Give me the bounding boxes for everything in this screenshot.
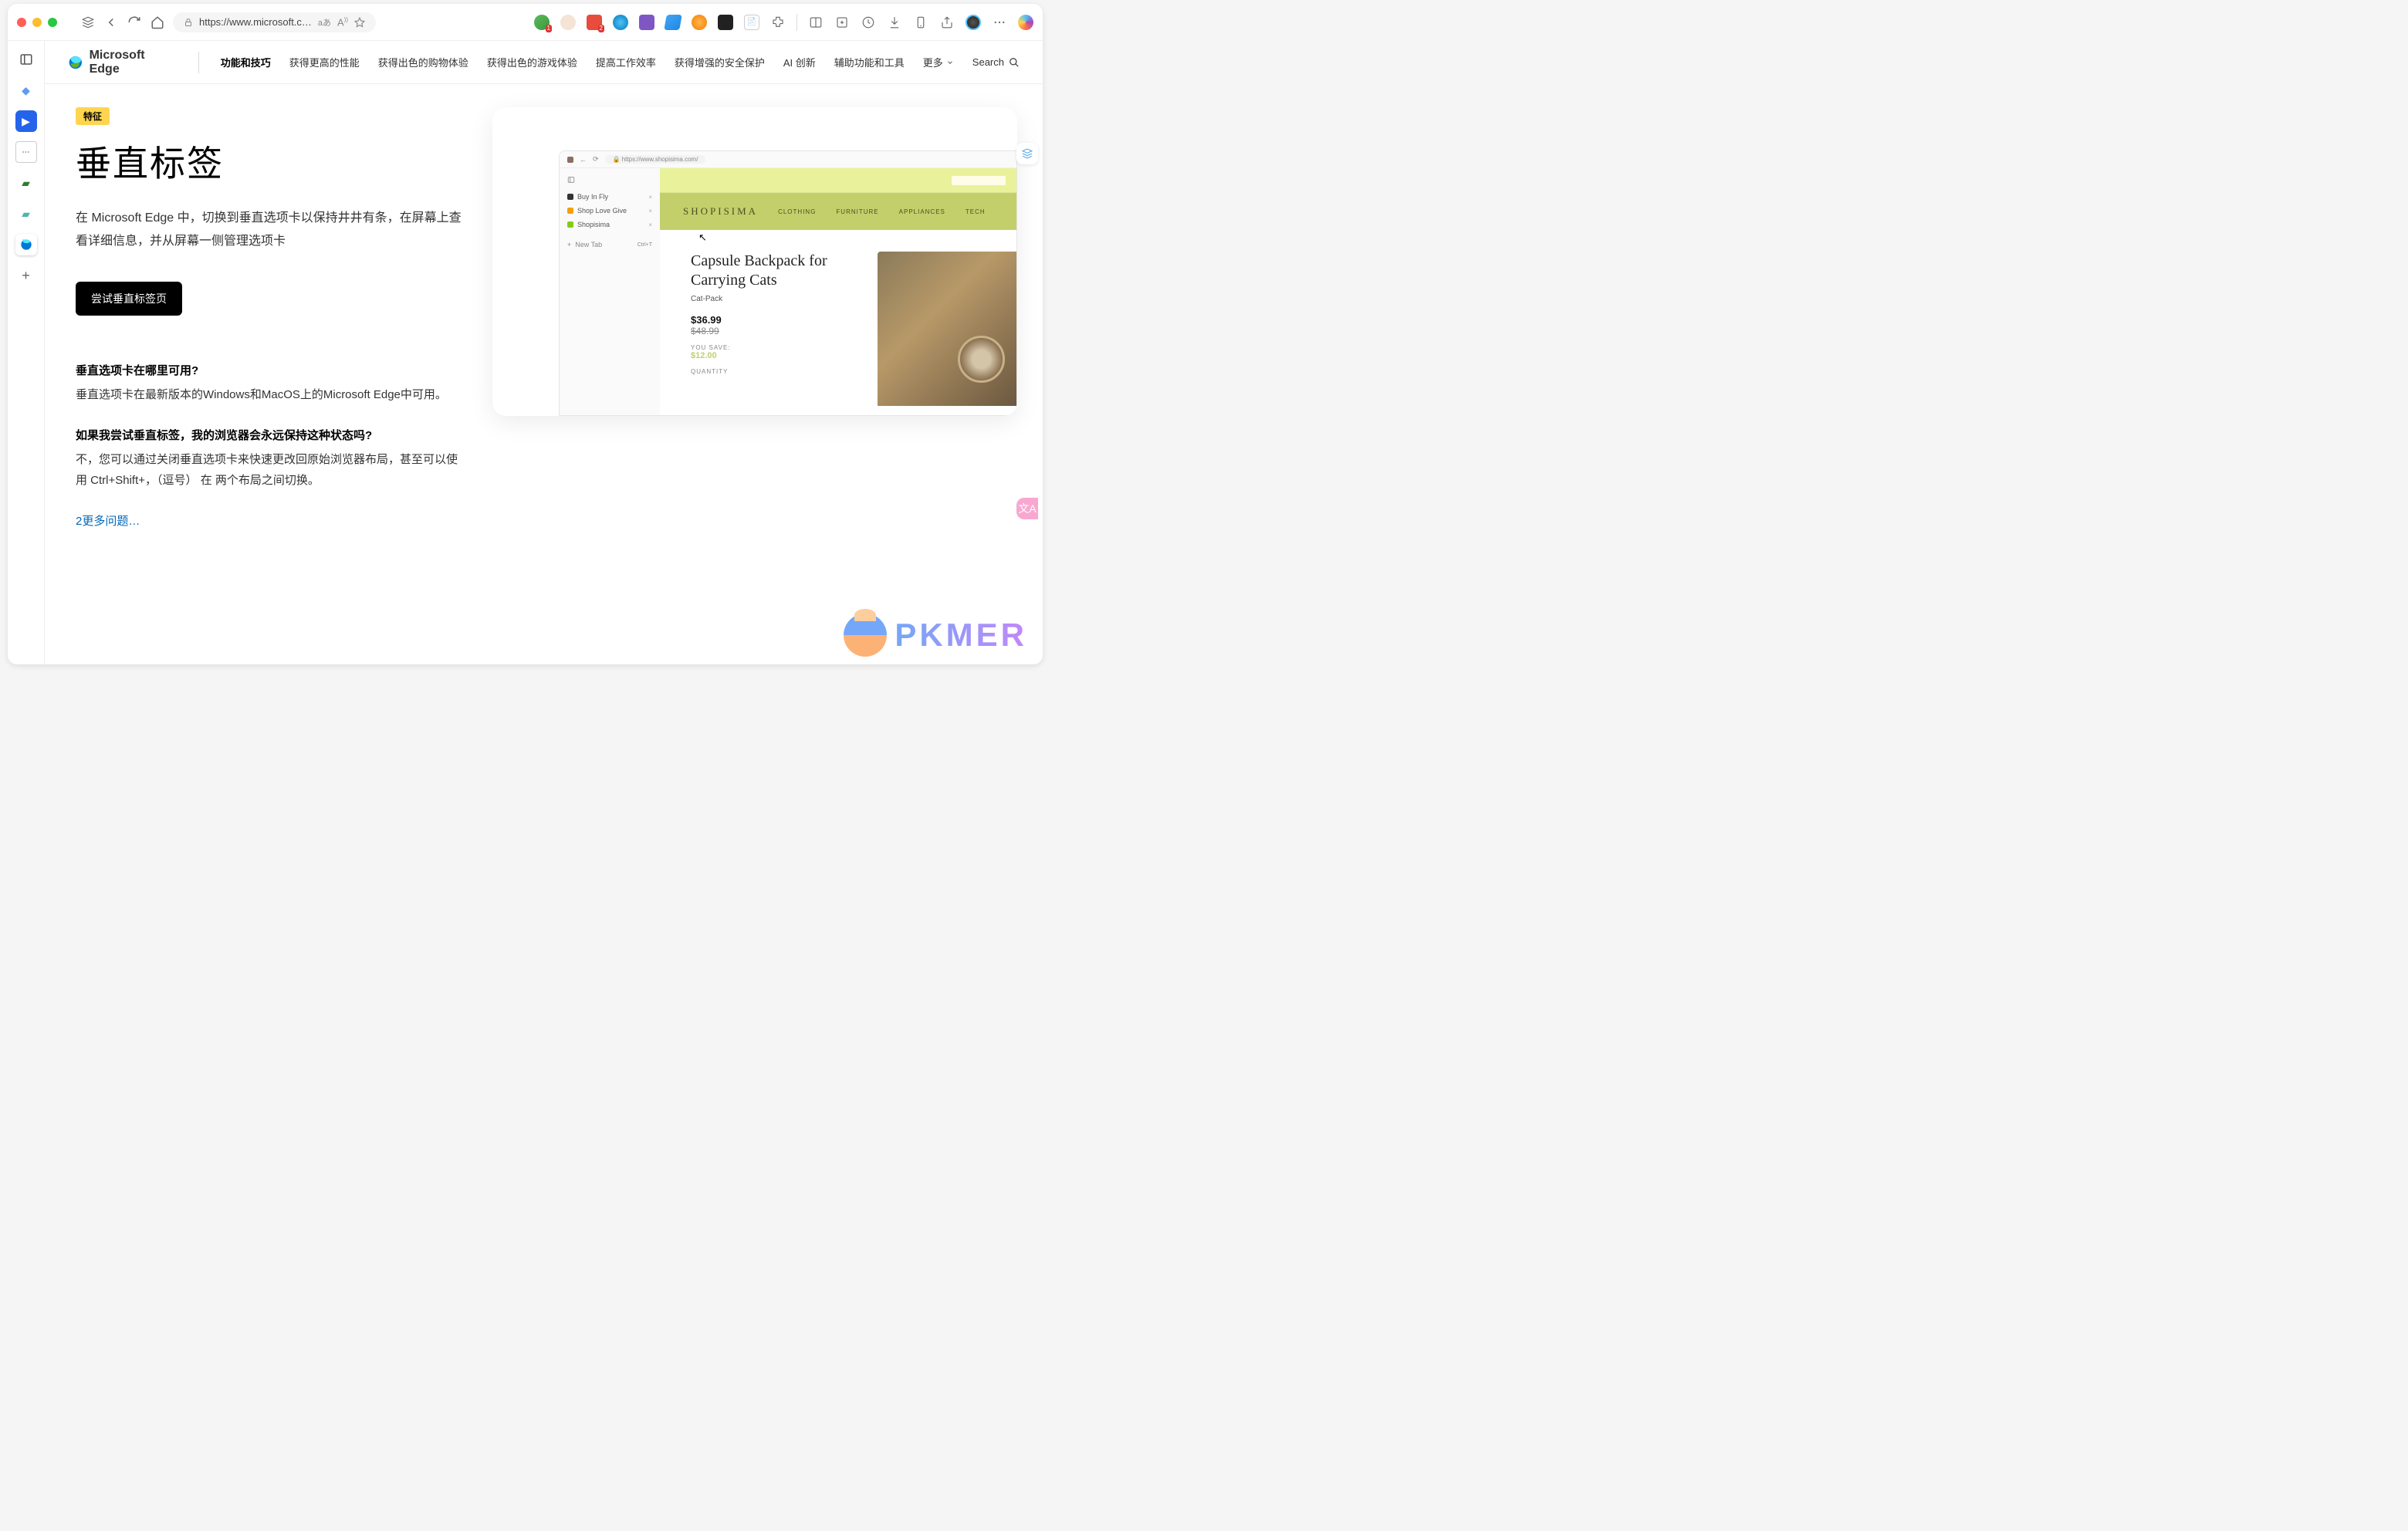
nav-shopping[interactable]: 获得出色的购物体验 — [378, 55, 468, 69]
browser-chrome-bar: https://www.microsoft.c… aあ A)) 1 2 📄 — [8, 4, 1043, 41]
faq-question-1: 垂直选项卡在哪里可用? — [76, 362, 462, 378]
back-button[interactable] — [103, 15, 119, 30]
vertical-tab-rail: ◆ ▶ ⋯ ▰ ▰ + — [8, 41, 45, 664]
brand[interactable]: Microsoft Edge — [68, 49, 177, 76]
traffic-lights — [17, 18, 57, 27]
demo-save-value: $12.00 — [691, 351, 854, 360]
demo-save-label: YOU SAVE: — [691, 344, 854, 351]
rail-tab-edge[interactable] — [15, 234, 37, 255]
watermark-icon — [844, 613, 887, 657]
demo-back-icon: ← — [580, 156, 587, 164]
minimize-window-button[interactable] — [32, 18, 42, 27]
demo-tab-1: Buy In Fly× — [566, 190, 654, 204]
rail-tab-subtitle[interactable]: ⋯ — [15, 141, 37, 163]
ext-icon-7[interactable] — [692, 15, 707, 30]
translate-indicator[interactable]: aあ — [318, 16, 331, 29]
try-vertical-tabs-button[interactable]: 尝试垂直标签页 — [76, 282, 182, 316]
close-window-button[interactable] — [17, 18, 26, 27]
nav-more[interactable]: 更多 — [923, 55, 954, 69]
history-icon[interactable] — [861, 15, 876, 30]
rail-tab-flag2[interactable]: ▰ — [15, 203, 37, 225]
demo-favicon — [567, 157, 573, 163]
home-button[interactable] — [150, 15, 165, 30]
lock-icon — [184, 18, 193, 27]
refresh-button[interactable] — [127, 15, 142, 30]
rail-tab-diamond[interactable]: ◆ — [15, 79, 37, 101]
feature-badge: 特征 — [76, 107, 110, 125]
ext-icon-2[interactable] — [560, 15, 576, 30]
demo-qty-label: QUANTITY — [691, 368, 854, 375]
page-title: 垂直标签 — [76, 136, 462, 187]
ext-icon-6[interactable] — [664, 15, 682, 30]
nav-productivity[interactable]: 提高工作效率 — [596, 55, 656, 69]
demo-refresh-icon: ⟳ — [593, 155, 599, 164]
ext-icon-4[interactable] — [613, 15, 628, 30]
maximize-window-button[interactable] — [48, 18, 57, 27]
ext-icon-8[interactable] — [718, 15, 733, 30]
demo-product-price: $36.99 — [691, 314, 854, 326]
more-questions-link[interactable]: 2更多问题… — [76, 512, 462, 529]
workspace-icon[interactable] — [80, 15, 96, 30]
demo-tab-2: Shop Love Give× — [566, 204, 654, 218]
watermark-text: PKMER — [895, 617, 1027, 654]
rail-panel-toggle[interactable] — [15, 49, 37, 70]
address-bar[interactable]: https://www.microsoft.c… aあ A)) — [173, 12, 376, 32]
edge-logo-icon — [68, 55, 83, 70]
nav-accessibility[interactable]: 辅助功能和工具 — [834, 55, 905, 69]
site-header: Microsoft Edge 功能和技巧 获得更高的性能 获得出色的购物体验 获… — [45, 41, 1043, 84]
rail-new-tab[interactable]: + — [15, 265, 37, 286]
faq-question-2: 如果我尝试垂直标签，我的浏览器会永远保持这种状态吗? — [76, 427, 462, 443]
demo-new-tab: +New TabCtrl+T — [566, 238, 654, 252]
nav-performance[interactable]: 获得更高的性能 — [289, 55, 360, 69]
demo-vertical-tabs: Buy In Fly× Shop Love Give× Shopisima× +… — [560, 168, 660, 415]
faq-answer-2: 不，您可以通过关闭垂直选项卡来快速更改回原始浏览器布局，甚至可以使用 Ctrl+… — [76, 449, 462, 491]
collections-icon[interactable] — [834, 15, 850, 30]
profile-avatar[interactable] — [966, 15, 981, 30]
nav-security[interactable]: 获得增强的安全保护 — [675, 55, 765, 69]
ext-icon-5[interactable] — [639, 15, 654, 30]
rail-tab-flag1[interactable]: ▰ — [15, 172, 37, 194]
extensions-toolbar: 1 2 📄 — [534, 14, 1033, 31]
demo-browser-bar: ← ⟳ 🔒 https://www.shopisima.com/ — [560, 151, 1016, 168]
rail-tab-play[interactable]: ▶ — [15, 110, 37, 132]
divider — [796, 14, 797, 31]
more-menu-icon[interactable] — [992, 15, 1007, 30]
demo-product-oldprice: $48.99 — [691, 326, 854, 336]
nav-ai[interactable]: AI 创新 — [783, 55, 816, 69]
copilot-icon[interactable] — [1018, 15, 1033, 30]
downloads-icon[interactable] — [887, 15, 902, 30]
ext-icon-3[interactable]: 2 — [587, 15, 602, 30]
reader-icon[interactable]: A)) — [337, 16, 348, 28]
demo-product-image — [878, 252, 1016, 406]
search-icon — [1009, 57, 1020, 68]
extensions-menu-icon[interactable] — [770, 15, 786, 30]
favorite-star-icon[interactable] — [354, 17, 365, 28]
demo-rendered-page: SHOPISIMA CLOTHING FURNITURE APPLIANCES … — [660, 168, 1016, 415]
url-text: https://www.microsoft.c… — [199, 16, 312, 28]
demo-site-logo: SHOPISIMA — [683, 205, 758, 218]
demo-panel-icon — [566, 174, 654, 190]
faq-answer-1: 垂直选项卡在最新版本的Windows和MacOS上的Microsoft Edge… — [76, 384, 462, 405]
search-button[interactable]: Search — [972, 56, 1020, 68]
sidebar-widget-icon[interactable] — [1016, 143, 1038, 164]
mobile-icon[interactable] — [913, 15, 928, 30]
translate-widget-icon[interactable]: 文A — [1016, 498, 1038, 519]
watermark: PKMER — [844, 613, 1027, 657]
ext-icon-9[interactable]: 📄 — [744, 15, 759, 30]
ext-icon-1[interactable]: 1 — [534, 15, 550, 30]
chevron-down-icon — [946, 59, 954, 66]
demo-url: 🔒 https://www.shopisima.com/ — [605, 155, 706, 164]
nav-features[interactable]: 功能和技巧 — [221, 55, 271, 69]
page-description: 在 Microsoft Edge 中，切换到垂直选项卡以保持井井有条，在屏幕上查… — [76, 207, 462, 254]
feature-article: 特征 垂直标签 在 Microsoft Edge 中，切换到垂直选项卡以保持井井… — [76, 107, 462, 664]
demo-tab-3: Shopisima× — [566, 218, 654, 232]
divider — [198, 52, 199, 73]
demo-screenshot: ← ⟳ 🔒 https://www.shopisima.com/ Buy In … — [492, 107, 1017, 416]
demo-product-title: Capsule Backpack for Carrying Cats — [691, 252, 854, 290]
share-icon[interactable] — [939, 15, 955, 30]
split-screen-icon[interactable] — [808, 15, 824, 30]
nav-gaming[interactable]: 获得出色的游戏体验 — [487, 55, 577, 69]
demo-product-sub: Cat-Pack — [691, 295, 854, 303]
